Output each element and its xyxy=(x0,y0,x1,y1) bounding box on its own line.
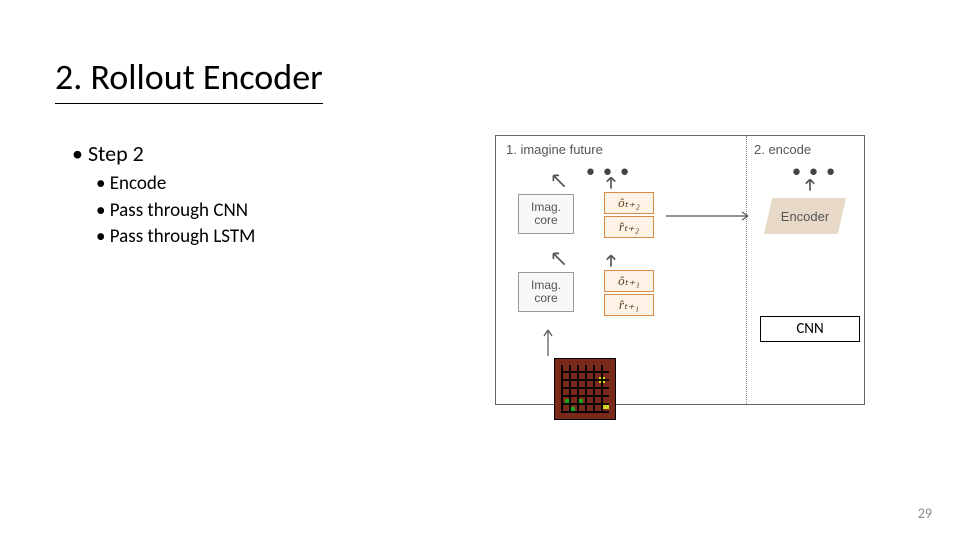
diagram-divider xyxy=(746,136,747,404)
cnn-label-box: CNN xyxy=(760,316,860,342)
bullet-sub-2: Pass through CNN xyxy=(96,198,255,225)
arrow-icon xyxy=(552,174,566,188)
arrow-icon xyxy=(604,176,618,190)
imag-core-box-top: Imag. core xyxy=(518,194,574,234)
game-state-icon xyxy=(554,358,616,420)
bullet-step: Step 2 xyxy=(72,140,255,167)
arrow-icon xyxy=(803,178,817,192)
encoder-box: Encoder xyxy=(764,198,846,234)
bullet-sub-3: Pass through LSTM xyxy=(96,224,255,251)
r-t2-box: r̂ₜ₊₂ xyxy=(604,216,654,238)
arrow-icon xyxy=(552,252,566,266)
o-t2-box: ôₜ₊₂ xyxy=(604,192,654,214)
slide-content: Step 2 Encode Pass through CNN Pass thro… xyxy=(72,140,255,251)
slide-title: 2. Rollout Encoder xyxy=(55,55,323,104)
bullet-sub-1: Encode xyxy=(96,171,255,198)
page-number: 29 xyxy=(918,505,932,522)
imag-core-box-bottom: Imag. core xyxy=(518,272,574,312)
arrow-icon xyxy=(604,254,618,268)
fig-label-1: 1. imagine future xyxy=(506,142,603,157)
fig-label-2: 2. encode xyxy=(754,142,811,157)
arrow-icon xyxy=(542,326,554,356)
arrow-icon xyxy=(666,208,756,220)
diagram-figure: 1. imagine future 2. encode • • • • • • … xyxy=(495,135,865,405)
o-t1-box: ôₜ₊₁ xyxy=(604,270,654,292)
r-t1-box: r̂ₜ₊₁ xyxy=(604,294,654,316)
